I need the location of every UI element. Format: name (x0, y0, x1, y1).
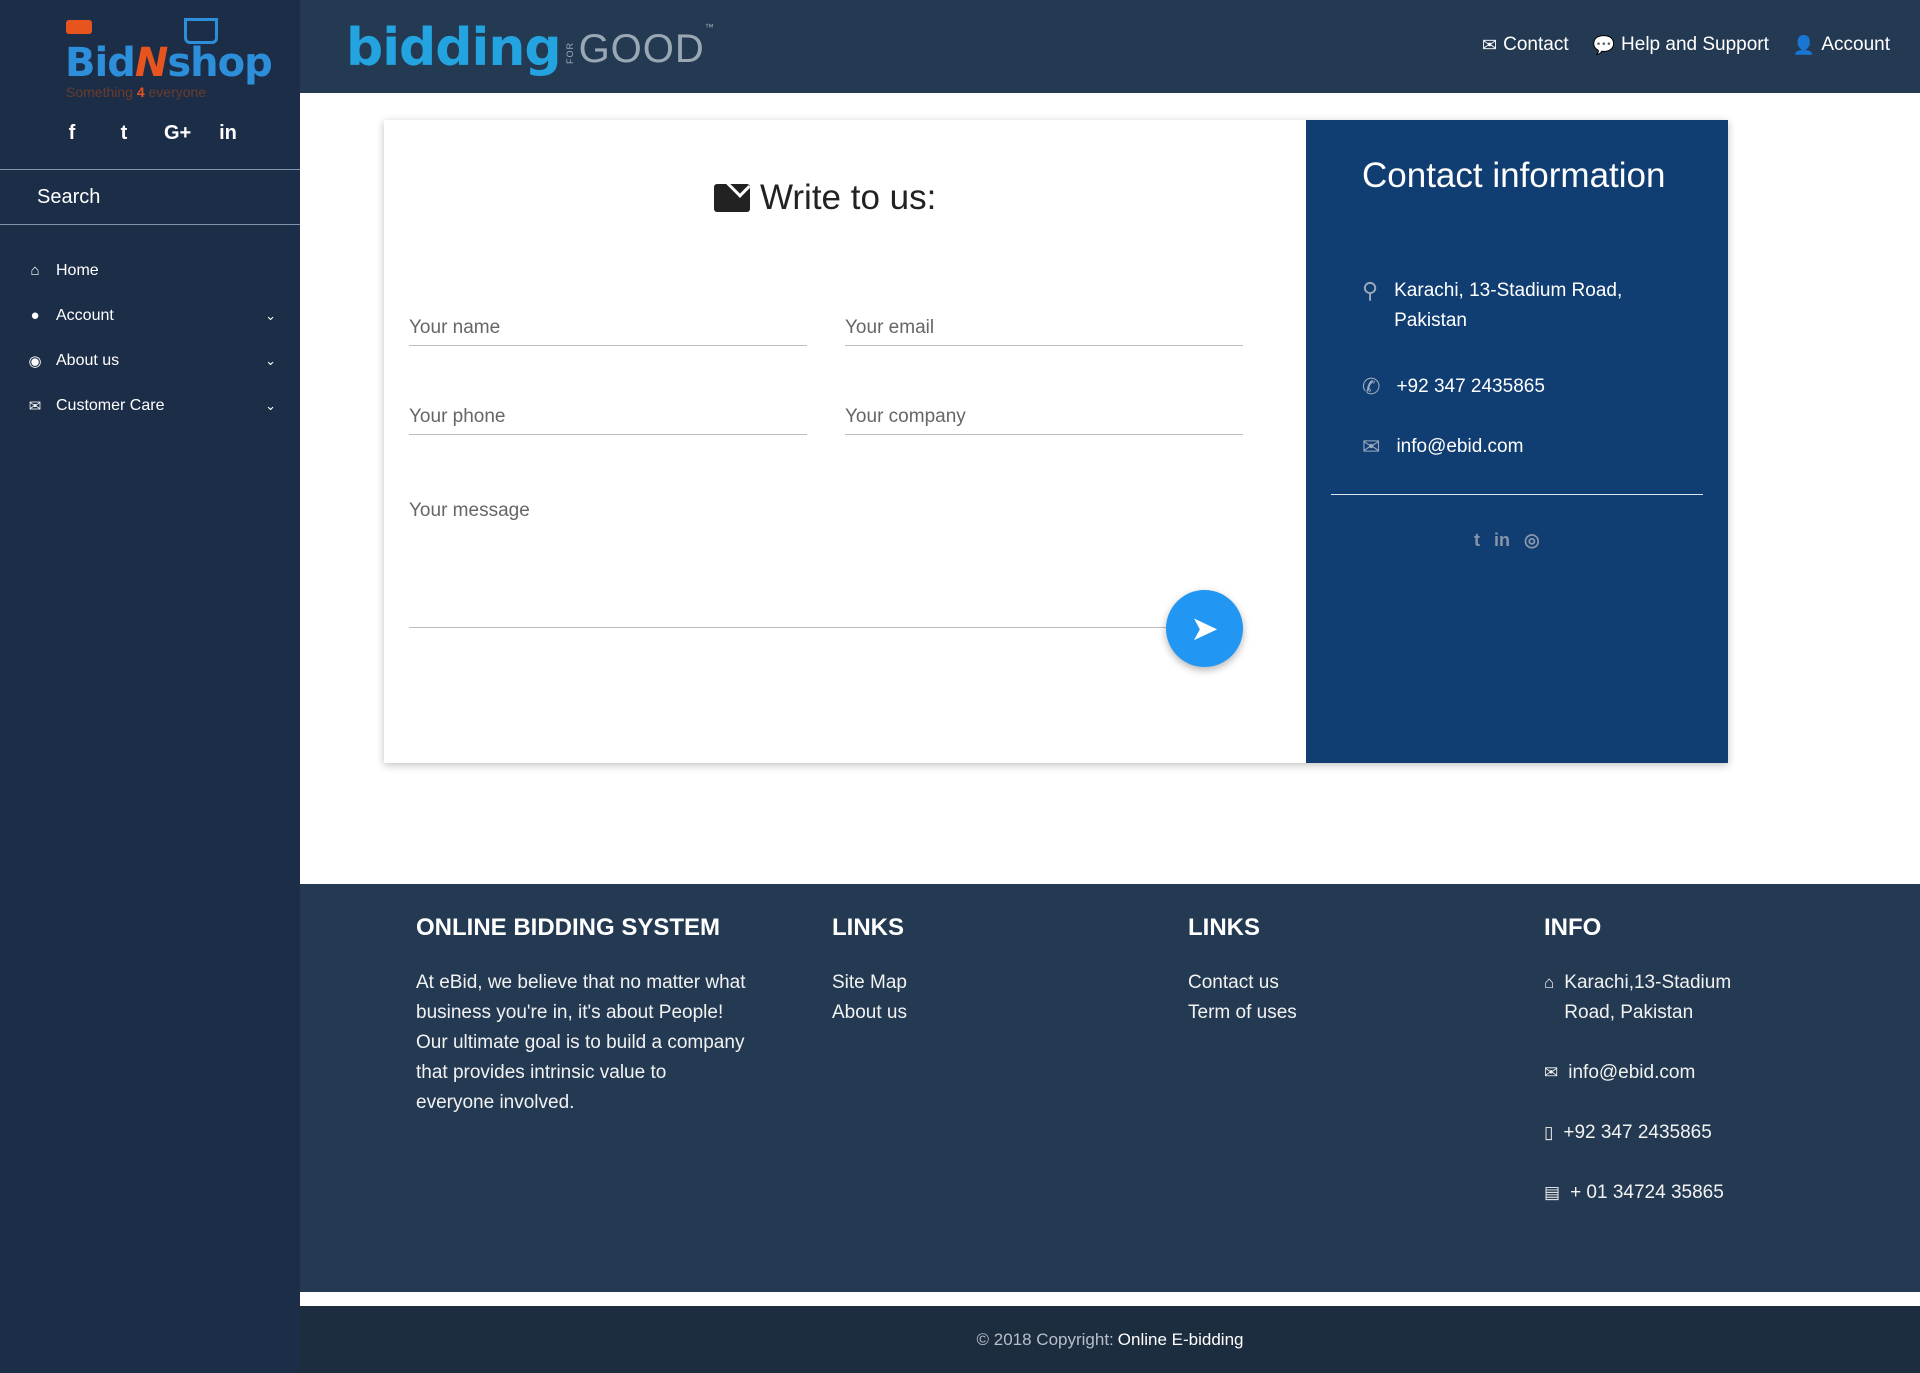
footer-link-contact-us[interactable]: Contact us (1188, 968, 1438, 998)
envelope-icon: ✉ (1544, 1063, 1559, 1082)
sidebar-item-label: Customer Care (56, 396, 165, 414)
footer: ONLINE BIDDING SYSTEM At eBid, we believ… (300, 884, 1920, 1292)
company-input[interactable] (845, 406, 1243, 428)
sidebar-item-account[interactable]: ● Account ⌄ (0, 293, 300, 338)
bidding-for-good-logo[interactable]: bidding FOR GOOD ™ (346, 8, 714, 78)
contact-info-title: Contact information (1362, 156, 1666, 195)
bidnshop-logo[interactable]: BidNshop Something 4 everyone (60, 18, 273, 102)
comments-icon: 💬 (1592, 34, 1616, 55)
footer-link-about-us[interactable]: About us (832, 998, 1082, 1028)
instagram-icon[interactable]: ◎ (1524, 530, 1540, 551)
footer-heading: INFO (1544, 914, 1602, 941)
contact-card: Write to us: ➤ Contact information ⚲ Kar… (384, 120, 1728, 763)
map-marker-icon: ⚲ (1362, 278, 1379, 303)
footer-fax: ▤ + 01 34724 35865 (1544, 1178, 1784, 1208)
logo-text: BidNshop (65, 40, 273, 86)
paper-plane-icon: ➤ (1190, 609, 1219, 648)
logo-tagline: Something 4 everyone (66, 84, 207, 100)
footer-info: INFO ⌂ Karachi,13-Stadium Road, Pakistan… (1544, 914, 1784, 1238)
envelope-icon: ✉ (1482, 34, 1498, 55)
chevron-down-icon: ⌄ (265, 352, 276, 368)
copyright-text: © 2018 Copyright: (976, 1329, 1114, 1349)
nav-label: Account (1821, 34, 1890, 55)
sidebar-item-label: Home (56, 261, 99, 279)
sidebar-item-home[interactable]: ⌂ Home (0, 248, 300, 293)
company-field (845, 385, 1243, 435)
contact-phone: ✆ +92 347 2435865 (1362, 372, 1545, 402)
footer-address: ⌂ Karachi,13-Stadium Road, Pakistan (1544, 968, 1784, 1028)
contact-email: ✉ info@ebid.com (1362, 432, 1523, 462)
linkedin-icon[interactable]: in (1494, 530, 1510, 551)
sidebar-item-about-us[interactable]: ◉ About us ⌄ (0, 338, 300, 383)
sidebar-social-links: f t G+ in (60, 122, 240, 145)
linkedin-icon[interactable]: in (216, 122, 240, 145)
footer-link-site-map[interactable]: Site Map (832, 968, 1082, 998)
eye-icon: ◉ (28, 352, 42, 370)
envelope-icon: ✉ (28, 397, 42, 415)
envelope-icon (714, 184, 750, 212)
top-nav: ✉ Contact 💬 Help and Support 👤 Account (1482, 34, 1890, 56)
nav-account[interactable]: 👤 Account (1793, 34, 1890, 56)
copyright-bar: © 2018 Copyright: Online E-bidding (300, 1306, 1920, 1373)
footer-about-text: At eBid, we believe that no matter what … (416, 972, 746, 1113)
user-icon: ● (30, 307, 40, 324)
nav-help-support[interactable]: 💬 Help and Support (1593, 34, 1769, 56)
home-icon: ⌂ (1544, 973, 1555, 992)
email-field (845, 296, 1243, 346)
footer-heading: LINKS (1188, 914, 1260, 941)
footer-link-terms[interactable]: Term of uses (1188, 998, 1438, 1028)
contact-address: ⚲ Karachi, 13-Stadium Road, Pakistan (1362, 276, 1682, 336)
phone-input[interactable] (409, 406, 807, 428)
sidebar-menu: ⌂ Home ● Account ⌄ ◉ About us ⌄ ✉ Custom… (0, 248, 300, 428)
divider (1331, 494, 1703, 495)
nav-contact[interactable]: ✉ Contact (1482, 34, 1569, 56)
mobile-icon: ▯ (1544, 1123, 1554, 1142)
nav-label: Help and Support (1621, 34, 1769, 55)
twitter-icon[interactable]: t (1474, 530, 1480, 551)
footer-phone: ▯ +92 347 2435865 (1544, 1118, 1784, 1148)
top-header: bidding FOR GOOD ™ ✉ Contact 💬 Help and … (300, 0, 1920, 93)
twitter-icon[interactable]: t (112, 122, 136, 145)
send-button[interactable]: ➤ (1166, 590, 1243, 667)
name-field (409, 296, 807, 346)
email-input[interactable] (845, 317, 1243, 339)
form-title: Write to us: (714, 178, 936, 218)
google-plus-icon[interactable]: G+ (164, 122, 191, 145)
footer-links-1: LINKS Site Map About us (832, 914, 1082, 1028)
phone-icon: ✆ (1362, 374, 1381, 399)
fax-icon: ▤ (1544, 1183, 1561, 1202)
name-input[interactable] (409, 317, 807, 339)
phone-field (409, 385, 807, 435)
sidebar-item-label: Account (56, 306, 114, 324)
message-input[interactable] (409, 500, 1243, 600)
home-icon: ⌂ (30, 262, 40, 279)
facebook-icon[interactable]: f (60, 122, 84, 145)
footer-heading: LINKS (832, 914, 904, 941)
copyright-link[interactable]: Online E-bidding (1118, 1330, 1244, 1350)
message-field (409, 488, 1243, 628)
footer-about: ONLINE BIDDING SYSTEM At eBid, we believ… (416, 914, 746, 1118)
chevron-down-icon: ⌄ (265, 307, 276, 323)
contact-info-panel: Contact information ⚲ Karachi, 13-Stadiu… (1306, 120, 1728, 763)
user-icon: 👤 (1792, 34, 1816, 55)
sidebar-item-customer-care[interactable]: ✉ Customer Care ⌄ (0, 383, 300, 428)
chevron-down-icon: ⌄ (265, 397, 276, 413)
footer-email: ✉ info@ebid.com (1544, 1058, 1784, 1088)
sidebar-item-label: About us (56, 351, 120, 369)
footer-heading: ONLINE BIDDING SYSTEM (416, 914, 721, 941)
footer-links-2: LINKS Contact us Term of uses (1188, 914, 1438, 1028)
nav-label: Contact (1503, 34, 1569, 55)
gavel-icon (66, 20, 92, 34)
sidebar: BidNshop Something 4 everyone f t G+ in … (0, 0, 300, 1373)
sidebar-search[interactable]: Search (0, 169, 300, 225)
contact-social-links: t in ◎ (1474, 530, 1540, 551)
envelope-icon: ✉ (1362, 434, 1381, 459)
